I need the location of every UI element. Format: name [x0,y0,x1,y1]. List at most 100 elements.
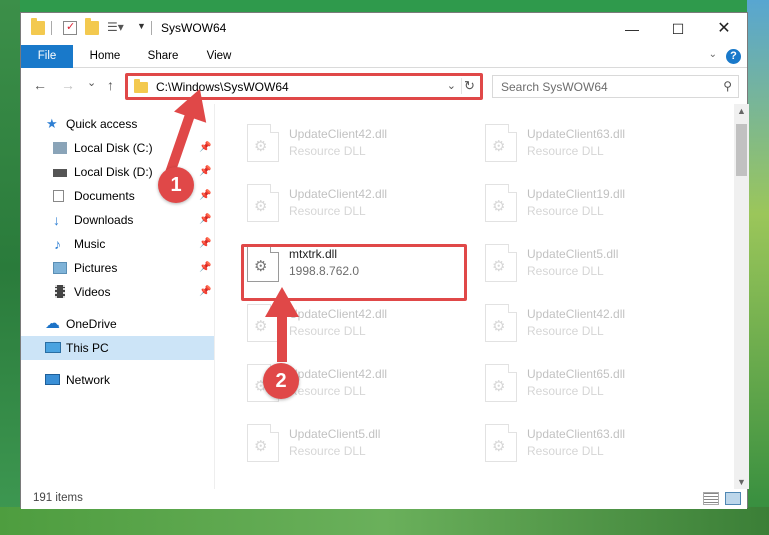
details-view-icon[interactable] [703,492,719,505]
sidebar-item-label: OneDrive [66,317,117,331]
file-name: UpdateClient63.dll [527,427,626,441]
help-icon[interactable]: ? [726,49,741,64]
sidebar-item-label: Downloads [74,213,134,227]
tab-file[interactable]: File [21,45,73,68]
search-input[interactable]: Search SysWOW64 ⚲ [492,75,739,98]
desktop-background-bottom [0,507,769,535]
maximize-button[interactable]: ☐ [655,13,701,45]
dll-file-icon: ⚙ [485,304,517,342]
navigation-bar: ← → ⌄ ↑ C:\Windows\SysWOW64 ⌄ ↻ Search S… [21,68,747,104]
music-icon: ♪ [54,236,61,252]
sidebar-item-label: This PC [66,341,109,355]
star-icon: ★ [46,116,58,131]
expand-ribbon-icon[interactable]: ⌄ [709,49,717,60]
sidebar-item-videos[interactable]: Videos 📌 [21,280,214,304]
cloud-icon: ☁ [45,315,60,332]
folder-icon [31,18,45,35]
close-button[interactable]: ✕ [701,13,747,45]
file-item[interactable]: ⚙ UpdateClient65.dll Resource DLL [479,361,709,409]
sidebar-item-onedrive[interactable]: ☁ OneDrive [21,312,214,336]
status-bar: 191 items [21,489,747,509]
file-name: UpdateClient19.dll [527,187,626,201]
properties-icon[interactable] [63,20,77,35]
pin-icon[interactable]: 📌 [199,184,211,208]
file-name: UpdateClient63.dll [527,127,626,141]
pin-icon[interactable]: 📌 [199,232,211,256]
file-item[interactable]: ⚙ UpdateClient63.dll Resource DLL [479,121,709,169]
pin-icon[interactable]: 📌 [199,280,211,304]
recent-locations-button[interactable]: ⌄ [87,76,96,89]
customize-icon[interactable]: ☰▾ [107,20,124,34]
file-description: Resource DLL [289,384,366,398]
up-button[interactable]: ↑ [107,77,114,93]
download-icon: ↓ [53,212,60,228]
sidebar-item-this-pc[interactable]: This PC [21,336,214,360]
file-description: Resource DLL [527,444,604,458]
sidebar-item-pictures[interactable]: Pictures 📌 [21,256,214,280]
file-name: UpdateClient42.dll [289,367,388,381]
tab-home[interactable]: Home [81,45,129,68]
file-item[interactable]: ⚙ UpdateClient42.dll Resource DLL [241,181,471,229]
sidebar-item-label: Pictures [74,261,118,275]
forward-button[interactable]: → [61,77,75,93]
item-count: 191 items [33,492,83,504]
sidebar-item-label: Videos [74,285,111,299]
file-description: Resource DLL [289,444,366,458]
file-explorer-window: ☰▾ ▼ SysWOW64 — ☐ ✕ File Home Share View… [20,12,749,509]
file-item[interactable]: ⚙ UpdateClient42.dll Resource DLL [241,121,471,169]
file-name: UpdateClient5.dll [289,427,381,441]
file-description: Resource DLL [527,144,604,158]
back-button[interactable]: ← [33,77,47,93]
sidebar-item-label: Quick access [66,117,138,131]
file-description: Resource DLL [289,144,366,158]
pin-icon[interactable]: 📌 [199,160,211,184]
scroll-up-icon[interactable]: ▲ [737,106,746,116]
new-folder-icon[interactable] [85,18,99,35]
file-item[interactable]: ⚙ UpdateClient5.dll Resource DLL [479,241,709,289]
large-icons-view-icon[interactable] [725,492,741,505]
sidebar-item-downloads[interactable]: ↓ Downloads 📌 [21,208,214,232]
file-item[interactable]: ⚙ UpdateClient63.dll Resource DLL [479,421,709,469]
search-icon[interactable]: ⚲ [723,79,732,93]
sidebar-item-label: Network [66,373,111,387]
computer-icon [45,342,61,353]
file-item[interactable]: ⚙ UpdateClient19.dll Resource DLL [479,181,709,229]
sidebar-item-label: Music [74,237,106,251]
drive-icon [53,169,67,177]
scrollbar-thumb[interactable] [736,124,747,176]
dll-file-icon: ⚙ [247,124,279,162]
sidebar-item-music[interactable]: ♪ Music 📌 [21,232,214,256]
file-description: Resource DLL [527,204,604,218]
pin-icon[interactable]: 📌 [199,136,211,160]
file-description: Resource DLL [527,264,604,278]
file-name: UpdateClient65.dll [527,367,626,381]
navigation-pane: ★ Quick access Local Disk (C:) 📌 Local D… [21,104,215,489]
tab-view[interactable]: View [197,45,241,68]
sidebar-item-label: Local Disk (D:) [74,165,153,179]
file-description: Resource DLL [289,324,366,338]
pictures-icon [53,262,67,274]
step-badge-2: 2 [263,363,299,399]
dll-file-icon: ⚙ [247,424,279,462]
sidebar-item-label: Documents [74,189,135,203]
vertical-scrollbar[interactable]: ▲ ▼ [734,104,749,489]
file-item[interactable]: ⚙ UpdateClient5.dll Resource DLL [241,421,471,469]
file-item[interactable]: ⚙ UpdateClient42.dll Resource DLL [479,301,709,349]
file-name: UpdateClient42.dll [527,307,626,321]
dll-file-icon: ⚙ [485,244,517,282]
file-name: UpdateClient42.dll [289,187,388,201]
sidebar-item-label: Local Disk (C:) [74,141,153,155]
minimize-button[interactable]: — [609,13,655,45]
pin-icon[interactable]: 📌 [199,208,211,232]
sidebar-item-network[interactable]: Network [21,368,214,392]
tab-share[interactable]: Share [139,45,187,68]
file-description: Resource DLL [527,324,604,338]
drive-icon [53,142,67,154]
pin-icon[interactable]: 📌 [199,256,211,280]
file-name: UpdateClient42.dll [289,307,388,321]
scroll-down-icon[interactable]: ▼ [737,477,746,487]
qat-dropdown-icon[interactable]: ▼ [137,21,151,35]
network-icon [45,374,60,385]
desktop-background-right [747,0,769,535]
window-title: SysWOW64 [161,21,227,35]
